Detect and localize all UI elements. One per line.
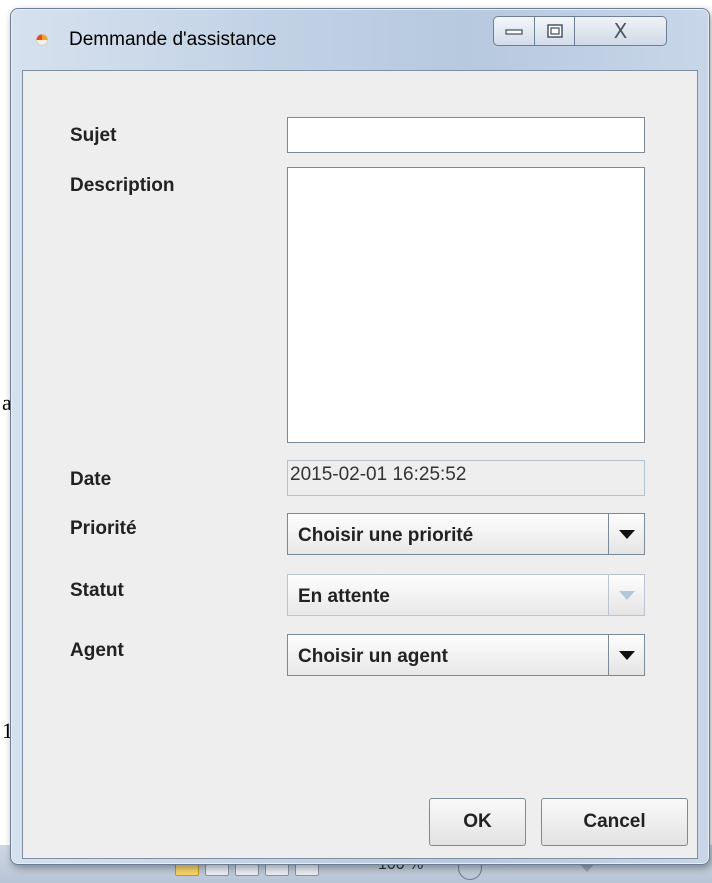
maximize-button[interactable] <box>535 16 575 46</box>
priority-dropdown-button[interactable] <box>608 514 644 554</box>
status-dropdown-value: En attente <box>298 586 390 607</box>
description-label: Description <box>70 175 175 196</box>
window-controls: X <box>493 16 667 46</box>
chevron-down-icon <box>619 530 635 539</box>
agent-label: Agent <box>70 640 124 661</box>
dialog-window: Demmande d'assistance X Sujet Descriptio… <box>10 8 710 865</box>
close-icon: X <box>613 19 628 43</box>
minimize-icon <box>505 29 523 35</box>
chevron-down-icon <box>619 651 635 660</box>
dialog-content: Sujet Description Date 2015-02-01 16:25:… <box>22 70 698 859</box>
agent-dropdown-button[interactable] <box>608 635 644 675</box>
subject-label: Sujet <box>70 125 117 146</box>
date-field: 2015-02-01 16:25:52 <box>287 460 645 496</box>
close-button[interactable]: X <box>575 16 667 46</box>
java-app-icon <box>36 34 48 46</box>
priority-dropdown-value: Choisir une priorité <box>298 525 474 546</box>
date-label: Date <box>70 469 112 490</box>
window-title: Demmande d'assistance <box>69 29 277 50</box>
cancel-button[interactable]: Cancel <box>541 798 688 846</box>
title-bar[interactable]: Demmande d'assistance X <box>11 9 709 71</box>
minimize-button[interactable] <box>493 16 535 46</box>
description-textarea[interactable] <box>287 167 645 443</box>
status-label: Statut <box>70 580 124 601</box>
priority-dropdown[interactable]: Choisir une priorité <box>287 513 645 555</box>
ok-button[interactable]: OK <box>429 798 526 846</box>
chevron-down-icon <box>619 591 635 600</box>
agent-dropdown[interactable]: Choisir un agent <box>287 634 645 676</box>
status-dropdown-button <box>608 575 644 615</box>
maximize-icon <box>546 24 563 38</box>
agent-dropdown-value: Choisir un agent <box>298 646 448 667</box>
status-dropdown: En attente <box>287 574 645 616</box>
subject-input[interactable] <box>287 117 645 153</box>
priority-label: Priorité <box>70 518 137 539</box>
